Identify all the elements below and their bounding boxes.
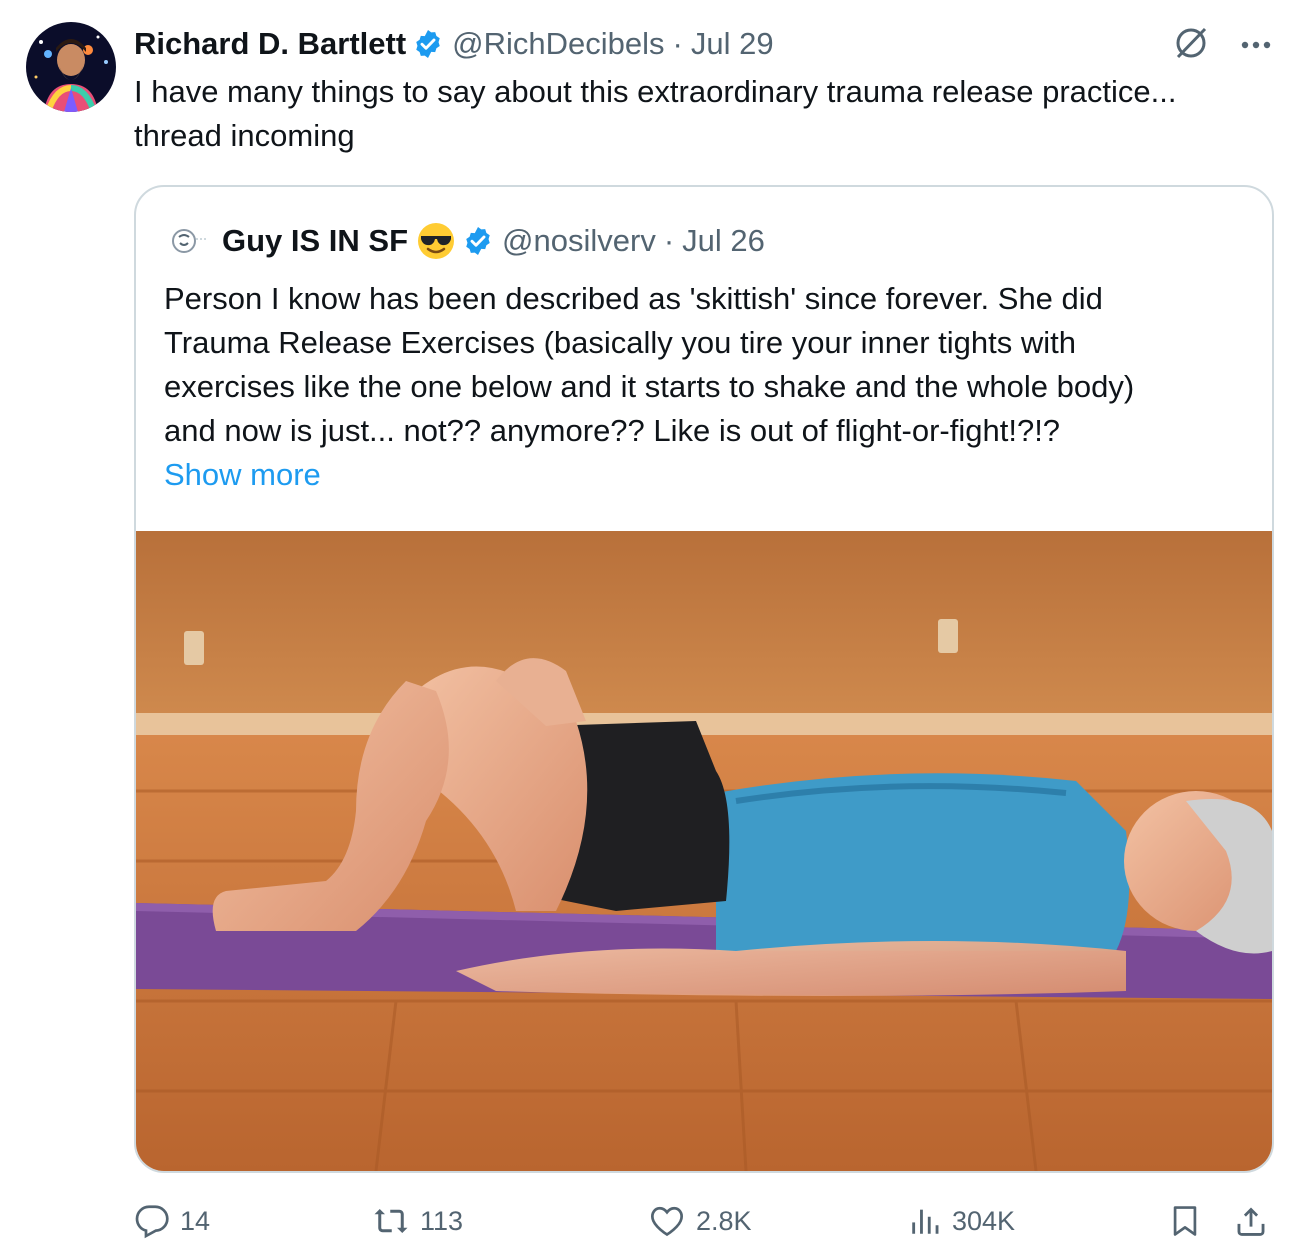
- quoted-tweet-date[interactable]: Jul 26: [682, 223, 765, 259]
- share-button[interactable]: [1234, 1196, 1268, 1246]
- grok-icon[interactable]: [164, 219, 208, 263]
- author-name[interactable]: Richard D. Bartlett: [134, 26, 406, 62]
- author-handle[interactable]: @RichDecibels: [452, 26, 664, 62]
- repost-button[interactable]: 113: [372, 1196, 463, 1246]
- like-button[interactable]: 2.8K: [648, 1196, 752, 1246]
- action-bar: 14 113 2.8K 304K: [134, 1196, 1274, 1246]
- show-more-link[interactable]: Show more: [164, 453, 321, 497]
- quoted-tweet-text: Person I know has been described as 'ski…: [164, 281, 1135, 448]
- repost-count: 113: [420, 1205, 464, 1236]
- verified-badge-icon: [412, 28, 444, 60]
- separator-dot: ·: [663, 223, 675, 258]
- verified-badge-icon: [462, 225, 494, 257]
- views-button[interactable]: 304K: [908, 1196, 1015, 1246]
- views-icon: [908, 1203, 942, 1239]
- reply-button[interactable]: 14: [134, 1196, 210, 1246]
- quoted-author-name[interactable]: Guy IS IN SF: [222, 223, 408, 259]
- sunglasses-emoji-icon: [416, 221, 456, 261]
- more-icon[interactable]: [1240, 37, 1272, 55]
- grok-icon[interactable]: [1172, 24, 1210, 67]
- bookmark-icon: [1168, 1202, 1202, 1240]
- tweet-date[interactable]: Jul 29: [691, 26, 774, 62]
- reply-count: 14: [180, 1205, 211, 1236]
- reply-icon: [134, 1203, 170, 1239]
- author-avatar[interactable]: [26, 22, 116, 112]
- quoted-tweet-image[interactable]: [136, 531, 1272, 1171]
- like-icon: [648, 1203, 686, 1239]
- quoted-tweet-header: Guy IS IN SF @nosilverv · Jul 26: [164, 219, 765, 263]
- separator-dot: ·: [672, 26, 683, 61]
- views-count: 304K: [952, 1205, 1016, 1236]
- repost-icon: [372, 1203, 410, 1239]
- bookmark-button[interactable]: [1168, 1196, 1202, 1246]
- like-count: 2.8K: [696, 1205, 752, 1236]
- quoted-author-handle[interactable]: @nosilverv: [502, 223, 656, 259]
- quoted-tweet-card[interactable]: Guy IS IN SF @nosilverv · Jul 26 Person …: [134, 185, 1274, 1173]
- top-actions: [1172, 24, 1272, 67]
- share-icon: [1234, 1202, 1268, 1240]
- tweet-header: Richard D. Bartlett @RichDecibels · Jul …: [134, 22, 774, 66]
- tweet-text: I have many things to say about this ext…: [134, 74, 1177, 153]
